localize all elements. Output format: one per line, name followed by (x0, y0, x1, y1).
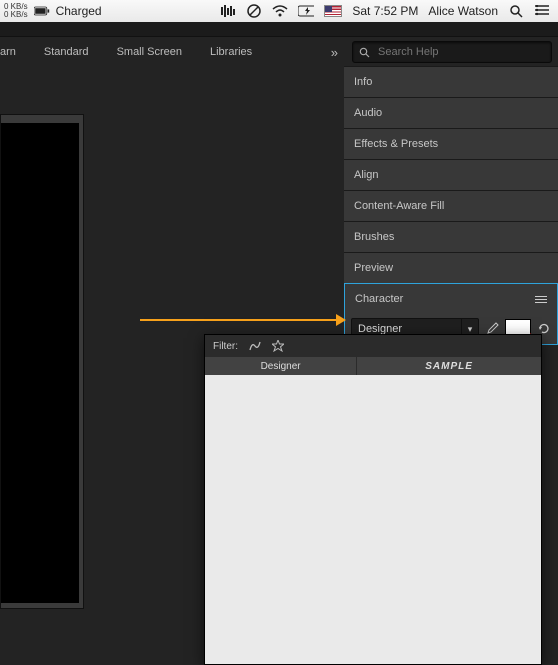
wifi-icon[interactable] (272, 3, 288, 19)
panel-header-content-aware-fill[interactable]: Content-Aware Fill (344, 190, 558, 221)
macos-menubar: 0 KB/s 0 KB/s Charged Sat 7:52 PM Alice … (0, 0, 558, 23)
app-titlebar (0, 22, 558, 36)
font-filter-bar: Filter: (205, 335, 541, 357)
panel-header-character[interactable]: Character (345, 284, 557, 314)
audio-bars-icon[interactable] (220, 3, 236, 19)
annotation-arrow (140, 319, 340, 321)
do-not-disturb-icon[interactable] (246, 3, 262, 19)
workspace-tab-learn[interactable]: arn (0, 37, 30, 67)
panel-header-info[interactable]: Info (344, 66, 558, 97)
search-help-field[interactable] (352, 41, 552, 63)
battery-icon (34, 3, 50, 19)
composition-viewer[interactable] (1, 123, 79, 603)
panel-header-preview[interactable]: Preview (344, 252, 558, 283)
input-source-flag-icon[interactable] (324, 5, 342, 17)
workspace-tab-small-screen[interactable]: Small Screen (103, 37, 196, 67)
font-dropdown-header: Designer SAMPLE (205, 357, 541, 375)
font-sample-column-header: SAMPLE (357, 357, 541, 375)
workspace-tab-standard[interactable]: Standard (30, 37, 103, 67)
search-icon (359, 47, 370, 58)
menubar-datetime[interactable]: Sat 7:52 PM (352, 4, 418, 18)
filter-label: Filter: (213, 341, 238, 352)
workspace-bar: arn Standard Small Screen Libraries » (0, 36, 558, 68)
panel-header-brushes[interactable]: Brushes (344, 221, 558, 252)
character-panel-title: Character (355, 293, 403, 305)
more-workspaces-icon[interactable]: » (321, 45, 348, 60)
notification-center-icon[interactable] (534, 3, 550, 19)
favorites-filter-icon[interactable] (272, 340, 284, 352)
battery-charging-icon[interactable] (298, 3, 314, 19)
font-dropdown-popup: Filter: Designer SAMPLE (204, 334, 542, 665)
panel-header-align[interactable]: Align (344, 159, 558, 190)
font-name-column-header[interactable]: Designer (205, 357, 357, 375)
workspace-tab-libraries[interactable]: Libraries (196, 37, 266, 67)
typekit-filter-icon[interactable] (248, 340, 262, 352)
main-area: Info Audio Effects & Presets Align Conte… (0, 66, 558, 665)
search-help-input[interactable] (376, 45, 545, 59)
panel-header-audio[interactable]: Audio (344, 97, 558, 128)
composition-viewer-frame (0, 114, 84, 609)
font-dropdown-list[interactable] (205, 375, 541, 664)
spotlight-search-icon[interactable] (508, 3, 524, 19)
network-speed-indicator: 0 KB/s 0 KB/s (4, 3, 28, 19)
annotation-arrowhead (336, 314, 346, 326)
menubar-username[interactable]: Alice Watson (428, 4, 498, 18)
battery-status-label: Charged (56, 4, 102, 18)
panel-header-effects-presets[interactable]: Effects & Presets (344, 128, 558, 159)
panel-menu-icon[interactable] (535, 296, 547, 303)
